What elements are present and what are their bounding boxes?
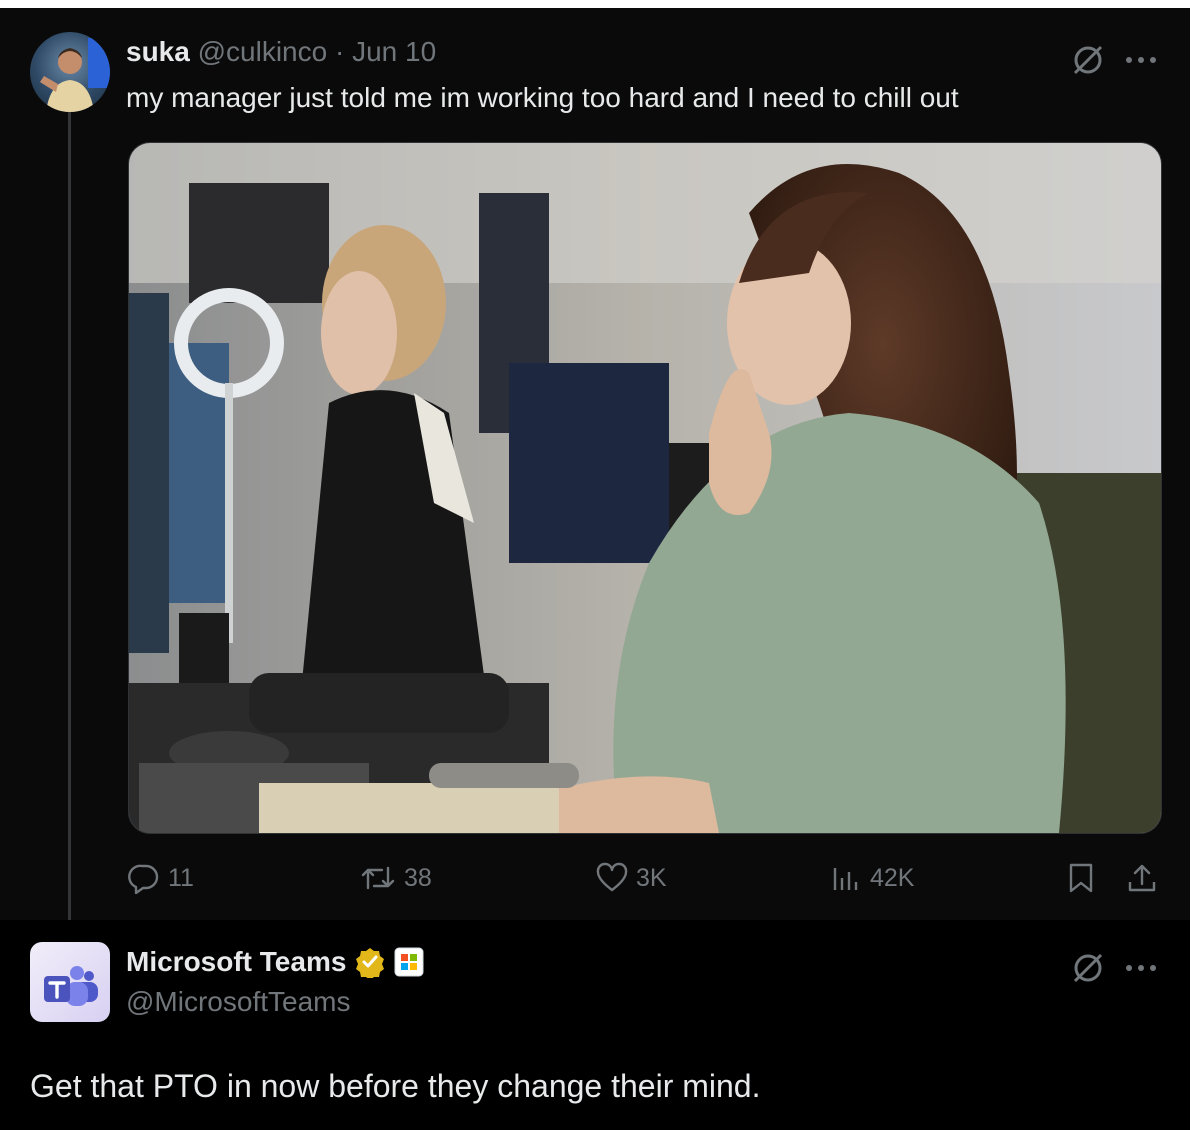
- tweet-actions: 11 38 3K 42K: [0, 858, 1190, 898]
- repost-button[interactable]: 38: [360, 858, 432, 898]
- views-icon: [833, 868, 858, 890]
- verified-badge-icon[interactable]: [354, 946, 386, 978]
- reply-button[interactable]: 11: [128, 858, 194, 898]
- share-icon: [1128, 864, 1156, 892]
- like-button[interactable]: 3K: [596, 858, 667, 898]
- grok-icon[interactable]: [1070, 42, 1106, 83]
- reply-author-name[interactable]: Microsoft Teams: [126, 946, 346, 978]
- microsoft-teams-avatar[interactable]: [30, 942, 110, 1022]
- tweet[interactable]: suka @culkinco · Jun 10 my manager just …: [0, 8, 1190, 940]
- thread-line: [68, 112, 71, 940]
- share-button[interactable]: [1126, 858, 1158, 898]
- reply-author-handle[interactable]: @MicrosoftTeams: [126, 986, 350, 1018]
- separator: ·: [334, 36, 345, 67]
- bookmark-icon: [1069, 863, 1093, 893]
- tweet-text: my manager just told me im working too h…: [126, 82, 959, 113]
- like-count: 3K: [636, 863, 667, 892]
- grok-icon[interactable]: [1070, 950, 1106, 991]
- avatar[interactable]: [30, 32, 110, 112]
- avatar-photo: [40, 38, 110, 112]
- teams-logo-icon: [44, 966, 98, 1006]
- more-icon[interactable]: [1124, 960, 1158, 978]
- tweet-header: suka @culkinco · Jun 10: [126, 36, 436, 68]
- bookmark-button[interactable]: [1066, 858, 1096, 898]
- author-name[interactable]: suka: [126, 36, 190, 67]
- reply-tweet[interactable]: Microsoft Teams @MicrosoftTeams Get that…: [0, 920, 1190, 1130]
- reply-icon: [128, 864, 159, 894]
- office-photo: [129, 143, 1161, 833]
- views-button[interactable]: 42K: [830, 858, 914, 898]
- more-icon[interactable]: [1124, 52, 1158, 70]
- tweet-date[interactable]: Jun 10: [352, 36, 436, 67]
- reply-author-row: Microsoft Teams: [126, 946, 424, 978]
- microsoft-affiliate-badge-icon[interactable]: [394, 947, 424, 977]
- reply-count: 11: [168, 863, 194, 892]
- views-count: 42K: [870, 863, 915, 892]
- heart-icon: [596, 862, 628, 892]
- repost-icon: [361, 866, 395, 890]
- author-handle[interactable]: @culkinco: [198, 36, 328, 67]
- reply-text: Get that PTO in now before they change t…: [30, 1068, 761, 1104]
- repost-count: 38: [404, 863, 432, 892]
- tweet-photo[interactable]: [128, 142, 1162, 834]
- timeline: suka @culkinco · Jun 10 my manager just …: [0, 8, 1190, 1130]
